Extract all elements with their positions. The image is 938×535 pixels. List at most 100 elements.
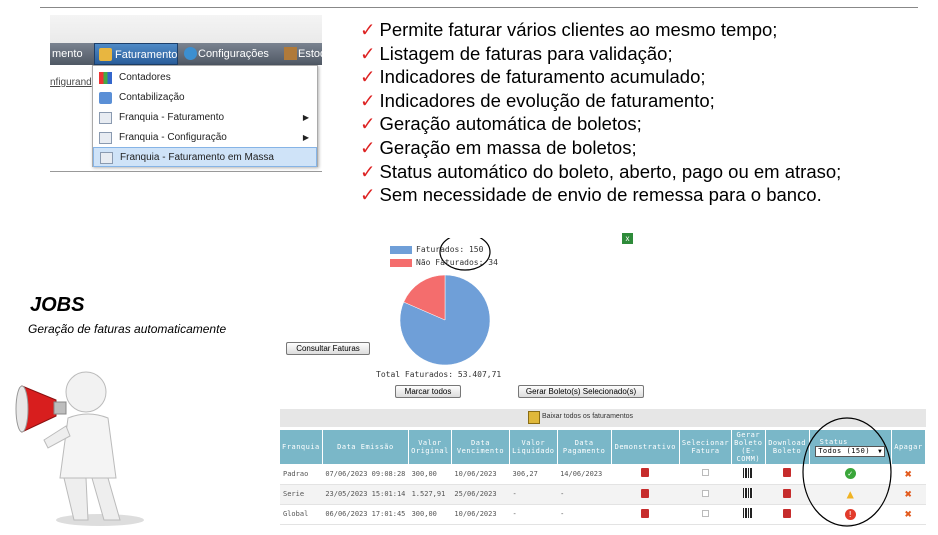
check-icon: ✓ — [360, 42, 376, 64]
cell-data-emissao: 23/05/2023 15:01:14 — [322, 484, 409, 505]
cell-gerar-boleto — [731, 464, 765, 485]
dropdown-item-label: Franquia - Configuração — [119, 132, 227, 143]
feature-text: Geração automática de boletos; — [379, 113, 642, 135]
box-icon — [284, 47, 297, 60]
cell-data-vencimento: 25/06/2023 — [451, 484, 510, 505]
pdf-icon[interactable] — [641, 508, 650, 518]
check-icon: ✓ — [360, 184, 376, 206]
page-icon — [99, 132, 112, 144]
pdf-icon[interactable] — [641, 488, 650, 498]
menu-item-faturamento[interactable]: Faturamento — [94, 43, 178, 65]
feature-text: Indicadores de evolução de faturamento; — [379, 89, 715, 111]
select-checkbox[interactable] — [702, 489, 709, 497]
baixar-todos-link[interactable]: Baixar todos os faturamentos — [542, 413, 633, 420]
menu-screenshot: mento Faturamento Configurações Estoq nf… — [50, 15, 322, 172]
cell-selecionar — [679, 504, 732, 525]
cell-valor-original: 300,00 — [408, 504, 452, 525]
dropdown-item-contadores[interactable]: Contadores — [93, 68, 317, 88]
chevron-right-icon: ▶ — [302, 113, 309, 122]
configuracao-link[interactable]: nfigurand — [50, 77, 92, 88]
feature-list: ✓ Permite faturar vários clientes ao mesm… — [360, 18, 930, 207]
cell-valor-original: 300,00 — [408, 464, 452, 485]
delete-icon[interactable]: ✖ — [905, 467, 912, 481]
feature-item: ✓ Status automático do boleto, aberto, pa… — [360, 160, 930, 184]
delete-icon[interactable]: ✖ — [905, 487, 912, 501]
dropdown-item-franquia-faturamento[interactable]: Franquia - Faturamento ▶ — [93, 108, 317, 128]
legend-nao-faturados: Não Faturados: 34 — [390, 258, 498, 267]
chevron-right-icon: ▶ — [302, 133, 309, 142]
menu-item-configuracoes-label: Configurações — [198, 48, 269, 60]
col-gerar-boleto[interactable]: Gerar Boleto (E-COMM) — [731, 430, 766, 464]
megaphone-figure-illustration — [15, 371, 144, 526]
select-checkbox[interactable] — [702, 469, 709, 477]
feature-text: Indicadores de faturamento acumulado; — [379, 66, 706, 88]
cell-data-emissao: 06/06/2023 17:01:45 — [322, 504, 409, 525]
pdf-icon[interactable] — [783, 488, 792, 498]
check-icon: ✓ — [360, 136, 376, 158]
cell-gerar-boleto — [731, 484, 765, 505]
feature-text: Sem necessidade de envio de remessa para… — [379, 184, 822, 206]
book-icon — [99, 92, 112, 104]
menu-item-estoque[interactable]: Estoq — [280, 43, 322, 65]
check-icon: ✓ — [360, 89, 376, 111]
dropdown-item-faturamento-massa[interactable]: Franquia - Faturamento em Massa — [93, 147, 317, 167]
check-icon: ✓ — [360, 66, 376, 88]
dropdown-item-label: Contadores — [119, 72, 171, 83]
select-checkbox[interactable] — [702, 509, 709, 517]
page-icon — [99, 112, 112, 124]
delete-icon[interactable]: ✖ — [905, 507, 912, 521]
menu-item-atendimento[interactable]: mento — [50, 43, 94, 65]
feature-item: ✓ Indicadores de evolução de faturamento; — [360, 89, 930, 113]
check-icon: ✓ — [360, 113, 376, 135]
cell-data-vencimento: 10/06/2023 — [451, 464, 510, 485]
cell-gerar-boleto — [731, 504, 765, 525]
dropdown-item-contabilizacao[interactable]: Contabilização — [93, 88, 317, 108]
pdf-icon[interactable] — [783, 508, 792, 518]
dropdown-item-franquia-configuracao[interactable]: Franquia - Configuração ▶ — [93, 128, 317, 148]
pdf-icon[interactable] — [641, 468, 650, 478]
total-faturados: Total Faturados: 53.407,71 — [376, 370, 502, 379]
excel-icon[interactable]: x — [622, 233, 633, 244]
feature-text: Geração em massa de boletos; — [379, 136, 637, 158]
cell-demonstrativo — [611, 484, 680, 505]
col-data-emissao[interactable]: Data Emissão — [322, 430, 410, 464]
cell-data-vencimento: 10/06/2023 — [451, 504, 510, 525]
cell-valor-liquidado: 306,27 — [509, 464, 558, 485]
col-data-pagamento[interactable]: Data Pagamento — [557, 430, 612, 464]
barcode-icon[interactable] — [743, 508, 754, 518]
consultar-faturas-button[interactable]: Consultar Faturas — [286, 342, 370, 355]
col-data-vencimento[interactable]: Data Vencimento — [451, 430, 511, 464]
feature-item: ✓ Permite faturar vários clientes ao mesm… — [360, 18, 930, 42]
cell-franquia: Serie — [280, 484, 323, 505]
status-highlight-circle — [802, 417, 892, 527]
feature-item: ✓ Sem necessidade de envio de remessa par… — [360, 183, 930, 207]
col-valor-original[interactable]: Valor Original — [408, 430, 452, 464]
barcode-icon[interactable] — [743, 488, 754, 498]
cell-franquia: Padrao — [280, 464, 323, 485]
dropdown-item-label: Contabilização — [119, 92, 185, 103]
barcode-icon[interactable] — [743, 467, 754, 478]
gerar-boletos-button[interactable]: Gerar Boleto(s) Selecionado(s) — [518, 385, 644, 398]
check-icon: ✓ — [360, 160, 376, 182]
cell-valor-original: 1.527,91 — [408, 484, 452, 505]
legend-swatch — [390, 246, 412, 254]
cell-valor-liquidado: - — [509, 484, 558, 505]
faturamento-dropdown: Contadores Contabilização Franquia - Fat… — [92, 65, 318, 167]
col-franquia[interactable]: Franquia — [280, 430, 323, 464]
feature-item: ✓ Geração automática de boletos; — [360, 112, 930, 136]
pdf-icon[interactable] — [783, 468, 792, 478]
col-selecionar-fatura[interactable]: Selecionar Fatura — [679, 430, 733, 464]
col-demonstrativo[interactable]: Demonstrativo — [611, 430, 680, 464]
menu-item-faturamento-label: Faturamento — [115, 49, 178, 61]
feature-text: Status automático do boleto, aberto, pag… — [379, 160, 842, 182]
marcar-todos-button[interactable]: Marcar todos — [395, 385, 461, 398]
cell-demonstrativo — [611, 504, 680, 525]
cell-data-pagamento: - — [557, 484, 612, 505]
col-valor-liquidado[interactable]: Valor Liquidado — [509, 430, 558, 464]
menu-item-configuracoes[interactable]: Configurações — [180, 43, 269, 65]
invoice-icon — [99, 48, 112, 61]
cell-data-pagamento: 14/06/2023 — [557, 464, 612, 485]
jobs-subtitle: Geração de faturas automaticamente — [28, 322, 227, 336]
menu-item-estoque-label: Estoq — [298, 48, 322, 60]
check-icon: ✓ — [360, 19, 376, 40]
